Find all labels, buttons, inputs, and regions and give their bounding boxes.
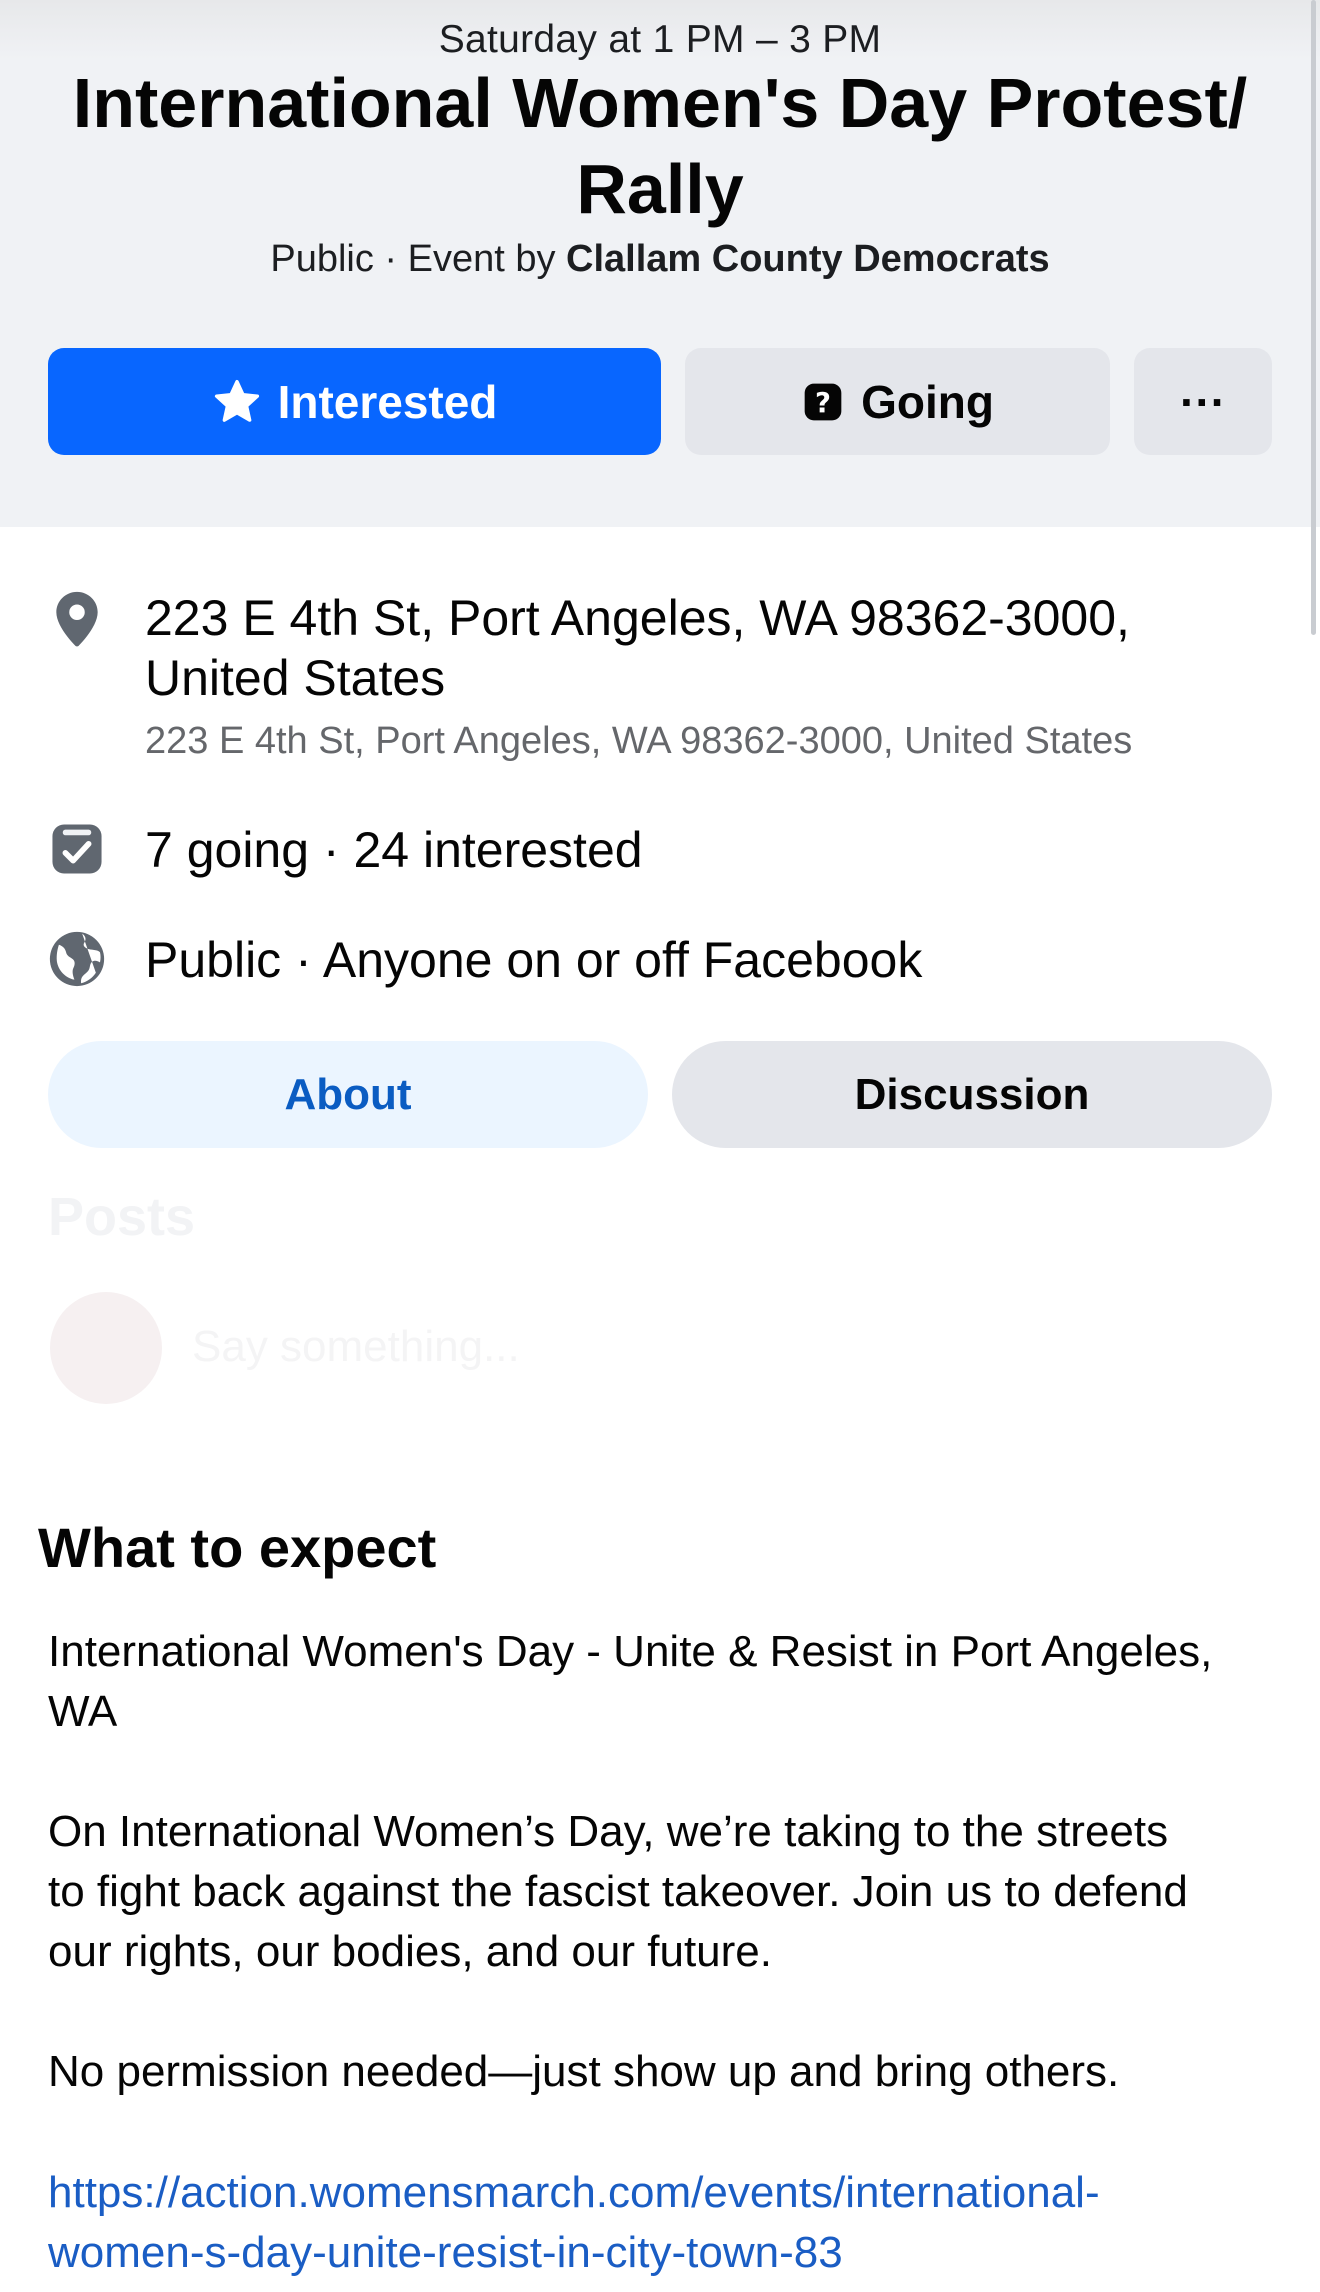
event-subtitle: Public · Event by Clallam County Democra… xyxy=(0,238,1320,281)
event-link-line-1[interactable]: https://action.womensmarch.com/events/in… xyxy=(48,2163,1278,2223)
tab-about[interactable]: About xyxy=(48,1041,648,1148)
tab-discussion[interactable]: Discussion xyxy=(672,1041,1272,1148)
event-host-link[interactable]: Clallam County Democrats xyxy=(566,238,1050,280)
address-line-1[interactable]: 223 E 4th St, Port Angeles, WA 98362-300… xyxy=(145,588,1130,648)
what-to-expect-heading: What to expect xyxy=(38,1516,437,1579)
map-pin-icon xyxy=(56,591,98,647)
address-line-2[interactable]: United States xyxy=(145,648,445,708)
scrollbar[interactable] xyxy=(1311,0,1316,635)
description-line: On International Women’s Day, we’re taki… xyxy=(48,1807,1169,1856)
calendar-check-icon xyxy=(52,824,102,874)
avatar xyxy=(50,1292,162,1404)
globe-icon xyxy=(49,931,105,987)
going-button[interactable]: ? Going xyxy=(685,348,1110,455)
event-datetime: Saturday at 1 PM – 3 PM xyxy=(438,18,882,61)
event-link[interactable]: https://action.womensmarch.com/events/in… xyxy=(48,2163,1278,2283)
event-title: International Women's Day Protest/ Rally xyxy=(72,64,1248,228)
response-counts[interactable]: 7 going · 24 interested xyxy=(145,820,643,880)
going-label: Going xyxy=(861,375,994,428)
description-line: our rights, our bodies, and our future. xyxy=(48,1927,772,1976)
visibility-text: Public · Anyone on or off Facebook xyxy=(145,932,923,988)
description-line: International Women's Day - Unite & Resi… xyxy=(48,1627,1213,1676)
interested-label: Interested xyxy=(277,375,498,428)
svg-text:?: ? xyxy=(815,387,831,419)
description-line: No permission needed—just show up and br… xyxy=(48,2047,1120,2096)
more-options-button[interactable]: ··· xyxy=(1134,348,1272,455)
more-options-icon: ··· xyxy=(1180,375,1226,428)
composer-placeholder-faded: Say something... xyxy=(192,1322,520,1371)
posts-heading-faded: Posts xyxy=(48,1187,196,1247)
question-calendar-icon: ? xyxy=(804,383,842,420)
star-icon xyxy=(214,379,259,422)
event-privacy-label: Public · Event by xyxy=(270,238,567,280)
description-line: WA xyxy=(48,1687,118,1736)
event-link-line-2[interactable]: women-s-day-unite-resist-in-city-town-83 xyxy=(48,2223,1278,2283)
address-subtext: 223 E 4th St, Port Angeles, WA 98362-300… xyxy=(145,720,1133,762)
interested-button[interactable]: Interested xyxy=(48,348,661,455)
description-line: to fight back against the fascist takeov… xyxy=(48,1867,1188,1916)
